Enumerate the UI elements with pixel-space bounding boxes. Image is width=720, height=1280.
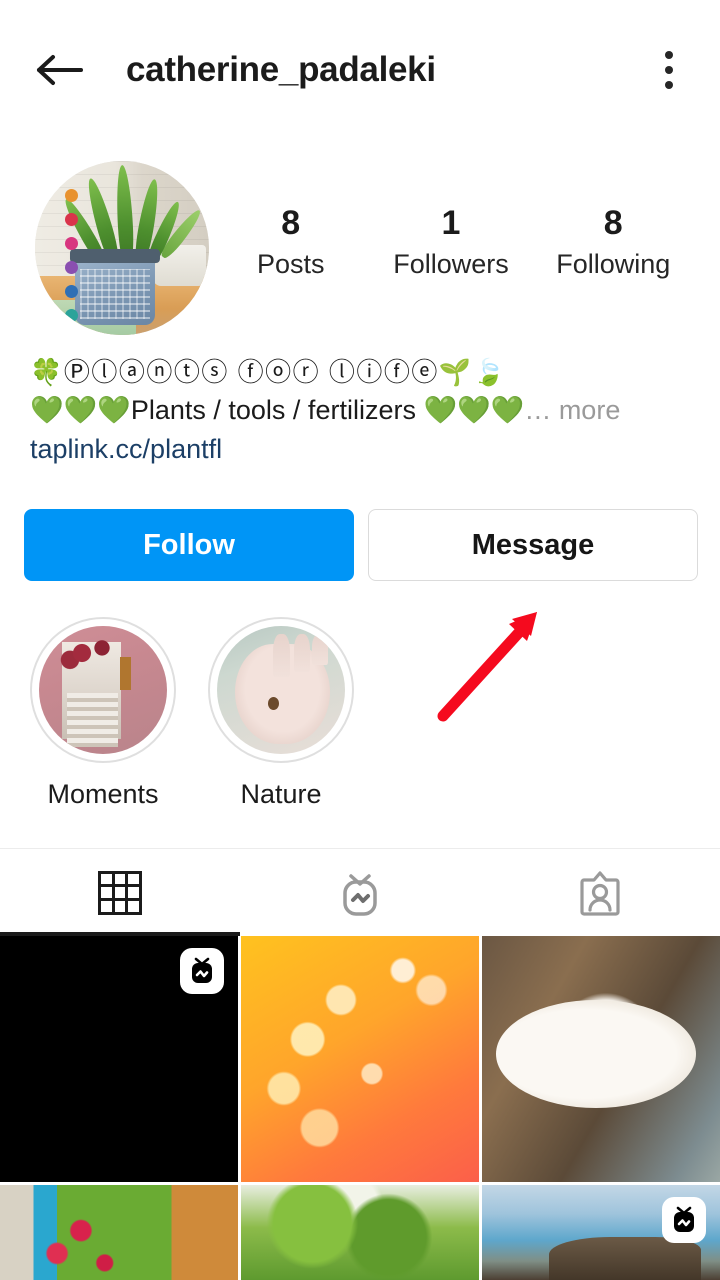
highlight-label: Moments [47, 779, 159, 810]
highlight-nature[interactable]: Nature [208, 617, 354, 810]
profile-stats: 8 Posts 1 Followers 8 Following [212, 158, 694, 280]
posts-count: 8 [281, 204, 301, 242]
igtv-badge-icon [180, 948, 224, 995]
story-highlights: Moments Nature [0, 581, 720, 810]
profile-tabs [0, 848, 720, 937]
grid-tab[interactable] [0, 849, 240, 937]
cat-figure [496, 1000, 697, 1109]
igtv-icon [343, 873, 377, 916]
menu-dot [665, 81, 673, 89]
tagged-person-icon [580, 871, 620, 916]
bio-line-2-text: 💚💚💚Plants / tools / fertilizers 💚💚💚 [30, 394, 525, 425]
cover-bug [268, 696, 280, 710]
profile-bio: 🍀Ⓟⓛⓐⓝⓣⓢ ⓕⓞⓡ ⓛⓘⓕⓔ🌱🍃 💚💚💚Plants / tools / f… [0, 338, 720, 465]
grid-post-trees[interactable] [241, 1185, 479, 1280]
profile-summary: 8 Posts 1 Followers 8 Following [0, 140, 720, 338]
stat-following[interactable]: 8 Following [556, 204, 670, 280]
grid-post-bokeh[interactable] [241, 936, 479, 1183]
tagged-tab[interactable] [480, 849, 720, 936]
profile-actions: Follow Message [0, 465, 720, 582]
avatar-color-dots [64, 188, 79, 335]
message-button[interactable]: Message [368, 509, 698, 582]
grid-icon [98, 870, 142, 915]
waterfall-rock [548, 1236, 701, 1280]
bio-line-2: 💚💚💚Plants / tools / fertilizers 💚💚💚… mor… [30, 391, 696, 429]
overflow-menu-icon[interactable] [644, 40, 694, 100]
cover-steps [67, 692, 119, 747]
highlight-ring [208, 617, 354, 764]
grid-post-flowers[interactable] [0, 1185, 238, 1280]
followers-label: Followers [393, 249, 509, 280]
grid-post-waterfall[interactable] [482, 1185, 720, 1280]
highlight-cover-moments [39, 626, 167, 755]
following-count: 8 [603, 204, 623, 242]
cover-door [119, 656, 132, 691]
bio-external-link[interactable]: taplink.cc/plantfl [30, 434, 222, 465]
avatar[interactable] [32, 158, 212, 338]
avatar-plant-pot [70, 249, 160, 325]
highlight-moments[interactable]: Moments [30, 617, 176, 810]
following-label: Following [556, 249, 671, 280]
igtv-badge-icon [662, 1197, 706, 1244]
bio-more-link[interactable]: … more [524, 395, 620, 425]
highlight-label: Nature [240, 779, 322, 810]
bio-line-1: 🍀Ⓟⓛⓐⓝⓣⓢ ⓕⓞⓡ ⓛⓘⓕⓔ🌱🍃 [30, 357, 507, 387]
grid-post-cat[interactable] [482, 936, 720, 1183]
menu-dot [665, 66, 673, 74]
app-header: catherine_padaleki [0, 0, 720, 140]
follow-button[interactable]: Follow [24, 509, 354, 582]
posts-label: Posts [256, 249, 325, 280]
cover-finger [311, 633, 329, 665]
highlight-cover-nature [217, 626, 345, 755]
grid-post-black-igtv[interactable] [0, 936, 238, 1183]
igtv-tab[interactable] [240, 849, 480, 936]
page-title: catherine_padaleki [126, 50, 436, 89]
stat-followers[interactable]: 1 Followers [393, 204, 509, 280]
cover-finger [273, 633, 290, 678]
stat-posts[interactable]: 8 Posts [236, 204, 346, 280]
avatar-image [35, 161, 209, 335]
menu-dot [665, 51, 673, 59]
back-arrow-icon[interactable] [30, 40, 90, 100]
posts-grid [0, 936, 720, 1280]
highlight-ring [30, 617, 176, 764]
cover-finger [293, 633, 311, 673]
followers-count: 1 [441, 204, 461, 242]
